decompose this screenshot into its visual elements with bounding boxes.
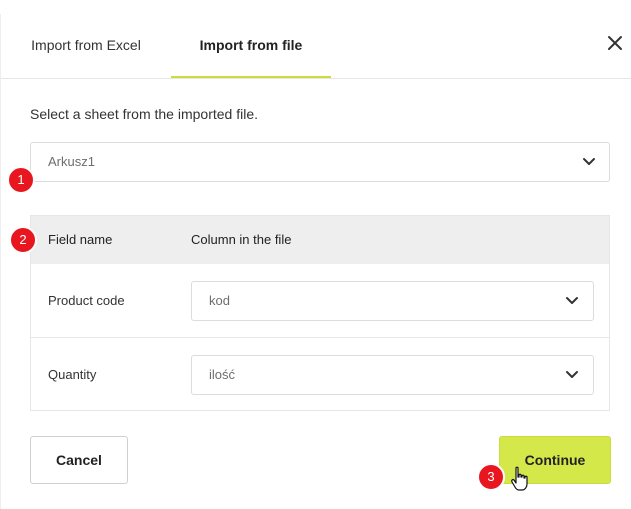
- chevron-down-icon: [582, 157, 596, 167]
- cancel-button[interactable]: Cancel: [30, 436, 128, 484]
- sheet-select-value: Arkusz1: [48, 154, 95, 169]
- header-field-name: Field name: [48, 232, 113, 247]
- step-marker-2: 2: [9, 226, 37, 254]
- mapping-row: Quantity ilość: [31, 338, 609, 411]
- chevron-down-icon: [565, 370, 579, 380]
- column-mapping-table: Field name Column in the file Product co…: [30, 215, 610, 411]
- tab-bar: Import from Excel Import from file: [1, 14, 631, 79]
- sheet-select[interactable]: Arkusz1: [30, 142, 610, 182]
- tab-import-from-file[interactable]: Import from file: [171, 14, 331, 78]
- instruction-text: Select a sheet from the imported file.: [30, 106, 258, 122]
- import-dialog: Import from Excel Import from file Selec…: [0, 14, 631, 509]
- mapping-row: Product code kod: [31, 264, 609, 338]
- column-select-product-code[interactable]: kod: [191, 281, 594, 321]
- step-marker-3: 3: [477, 463, 505, 491]
- hand-cursor-icon: [509, 466, 531, 492]
- column-select-value: ilość: [209, 367, 236, 382]
- step-marker-1: 1: [7, 166, 35, 194]
- column-select-value: kod: [209, 293, 230, 308]
- column-select-quantity[interactable]: ilość: [191, 355, 594, 395]
- tab-import-from-excel[interactable]: Import from Excel: [1, 14, 171, 77]
- field-label-quantity: Quantity: [48, 367, 97, 382]
- field-label-product-code: Product code: [48, 293, 125, 308]
- chevron-down-icon: [565, 296, 579, 306]
- mapping-header: Field name Column in the file: [31, 216, 609, 264]
- header-column-in-file: Column in the file: [191, 232, 292, 247]
- close-icon[interactable]: [604, 32, 626, 54]
